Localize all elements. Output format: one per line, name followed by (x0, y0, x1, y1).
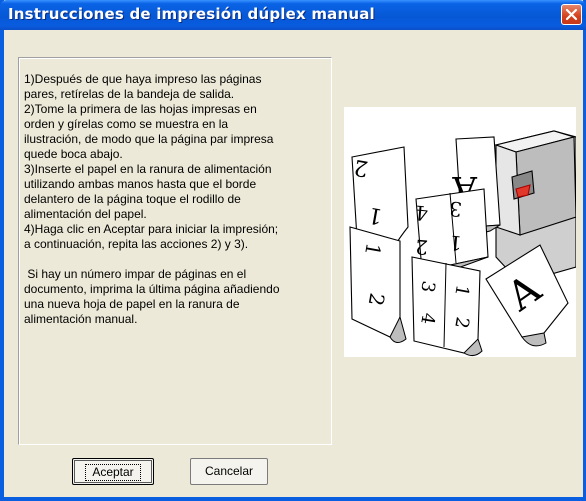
close-x-icon (565, 8, 578, 21)
sheet-middle-bottom: 3 4 1 2 (411, 256, 483, 357)
cancel-button[interactable]: Cancelar (190, 458, 268, 485)
sheet-left-bottom: 1 2 (349, 226, 407, 343)
duplex-illustration-graphic: A 2 1 4 3 2 1 1 2 3 4 1 2 A (349, 130, 577, 357)
instructions-panel: 1)Después de que haya impreso las página… (18, 57, 332, 445)
svg-text:4: 4 (414, 201, 429, 226)
dialog-window: Instrucciones de impresión dúplex manual… (0, 0, 586, 501)
instructions-text: 1)Después de que haya impreso las página… (24, 72, 280, 326)
svg-text:2: 2 (414, 235, 429, 260)
accept-button[interactable]: Aceptar (72, 458, 154, 485)
window-title: Instrucciones de impresión dúplex manual (8, 5, 375, 23)
accept-button-label: Aceptar (85, 464, 141, 481)
svg-text:3: 3 (448, 197, 463, 222)
duplex-illustration: A 2 1 4 3 2 1 1 2 3 4 1 2 A (344, 107, 577, 357)
svg-text:1: 1 (448, 231, 463, 256)
title-bar[interactable]: Instrucciones de impresión dúplex manual (0, 0, 586, 30)
cancel-button-label: Cancelar (204, 464, 254, 478)
close-button[interactable] (561, 4, 582, 25)
